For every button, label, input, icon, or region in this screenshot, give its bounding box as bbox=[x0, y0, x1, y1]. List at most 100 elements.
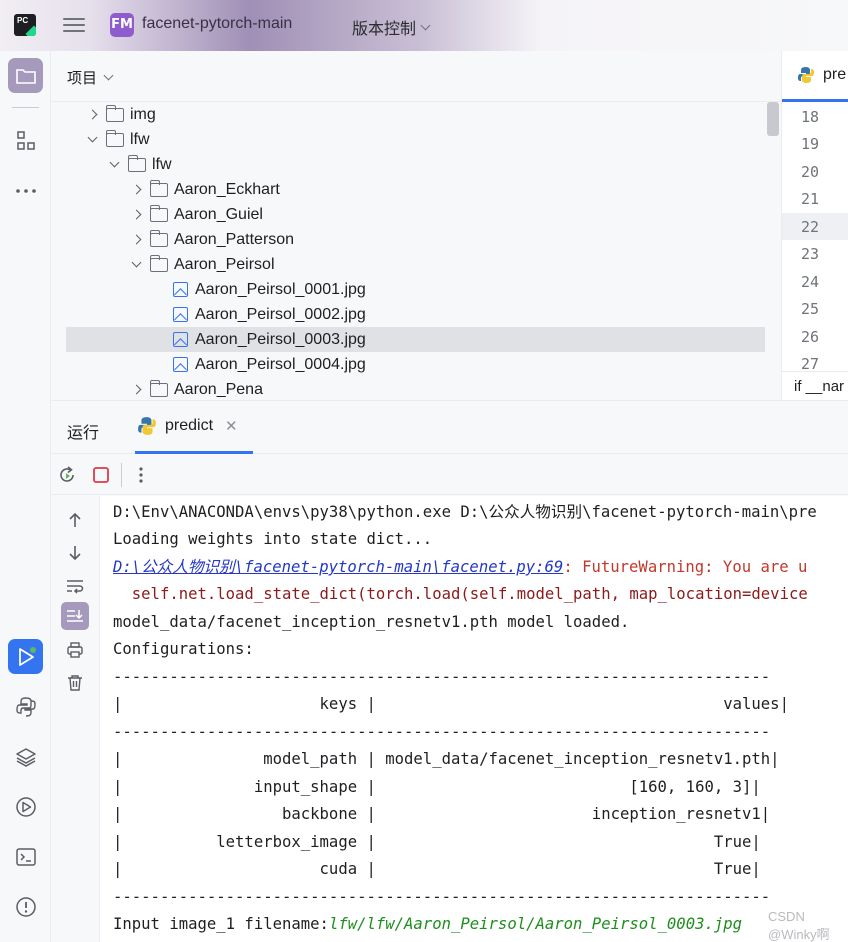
project-name[interactable]: facenet-pytorch-main bbox=[142, 15, 292, 33]
tree-item-img[interactable]: img bbox=[84, 102, 156, 127]
project-panel-header: 项目 bbox=[51, 51, 781, 102]
line-number: 25 bbox=[801, 300, 820, 318]
pycharm-logo-icon[interactable]: PC bbox=[14, 14, 36, 36]
line-number: 19 bbox=[801, 135, 820, 153]
folder-icon bbox=[105, 104, 124, 122]
config-table-row: | input_shape | [160, 160, 3]| bbox=[113, 778, 761, 796]
console-line: Configurations: bbox=[113, 640, 254, 658]
layers-icon[interactable] bbox=[8, 739, 43, 774]
project-badge[interactable]: FM bbox=[110, 13, 134, 37]
line-number: 26 bbox=[801, 328, 820, 346]
line-number: 23 bbox=[801, 245, 820, 263]
console-input-line: Input image_1 filename:lfw/lfw/Aaron_Pei… bbox=[113, 914, 742, 934]
chevron-right-icon[interactable] bbox=[84, 107, 100, 123]
chevron-down-icon[interactable] bbox=[84, 132, 100, 148]
main-menu-icon[interactable] bbox=[63, 15, 85, 35]
tree-item-label: Aaron_Guiel bbox=[174, 205, 263, 223]
tree-item-label: lfw bbox=[152, 155, 172, 173]
folder-icon bbox=[127, 154, 146, 172]
project-folder-icon[interactable] bbox=[8, 58, 43, 93]
tree-item-file-selected[interactable]: Aaron_Peirsol_0003.jpg bbox=[66, 327, 765, 352]
folder-icon bbox=[149, 379, 168, 397]
chevron-down-icon[interactable] bbox=[106, 157, 122, 173]
project-panel-title: 项目 bbox=[67, 70, 98, 87]
arrow-up-icon[interactable] bbox=[65, 510, 85, 530]
watermark: CSDN @Winky啊 bbox=[768, 909, 830, 942]
line-number: 21 bbox=[801, 190, 820, 208]
tree-item-aaron-peirsol[interactable]: Aaron_Peirsol bbox=[128, 252, 275, 277]
config-table-row: | cuda | True| bbox=[113, 860, 761, 878]
python-console-icon[interactable] bbox=[8, 689, 43, 724]
chevron-right-icon[interactable] bbox=[128, 382, 144, 398]
console-output[interactable]: D:\Env\ANACONDA\envs\py38\python.exe D:\… bbox=[100, 496, 848, 942]
tree-item-aaron-patterson[interactable]: Aaron_Patterson bbox=[128, 227, 294, 252]
folder-icon bbox=[149, 229, 168, 247]
tree-item-file[interactable]: Aaron_Peirsol_0001.jpg bbox=[173, 277, 366, 302]
chevron-right-icon[interactable] bbox=[128, 182, 144, 198]
console-separator: ----------------------------------------… bbox=[113, 723, 771, 741]
run-tab-predict[interactable]: predict ✕ bbox=[135, 401, 253, 454]
image-file-icon bbox=[173, 357, 188, 372]
tree-item-label: Aaron_Peirsol_0002.jpg bbox=[195, 305, 366, 323]
chevron-right-icon[interactable] bbox=[128, 232, 144, 248]
input-prompt: Input image_1 filename: bbox=[113, 915, 329, 933]
run-panel-title: 运行 bbox=[67, 425, 100, 442]
project-view-selector[interactable]: 项目 bbox=[67, 67, 114, 88]
tree-item-label: Aaron_Peirsol_0001.jpg bbox=[195, 280, 366, 298]
soft-wrap-icon[interactable] bbox=[65, 576, 85, 596]
strip-divider bbox=[12, 107, 39, 108]
tree-scrollbar[interactable] bbox=[767, 102, 779, 136]
tree-item-label: Aaron_Eckhart bbox=[174, 180, 280, 198]
more-vertical-icon[interactable] bbox=[131, 465, 151, 485]
tree-item-label: lfw bbox=[130, 130, 150, 148]
config-table-row: | model_path | model_data/facenet_incept… bbox=[113, 750, 780, 768]
close-icon[interactable]: ✕ bbox=[225, 417, 238, 435]
terminal-icon[interactable] bbox=[8, 839, 43, 874]
console-separator: ----------------------------------------… bbox=[113, 888, 771, 906]
toolbar-divider bbox=[121, 463, 122, 487]
console-line-warning: self.net.load_state_dict(torch.load(self… bbox=[113, 585, 808, 603]
editor-breadcrumb[interactable]: if __nar bbox=[782, 371, 848, 400]
tree-item-lfw-inner[interactable]: lfw bbox=[106, 152, 172, 177]
warning-text: : FutureWarning: You are u bbox=[563, 558, 808, 576]
tree-item-aaron-guiel[interactable]: Aaron_Guiel bbox=[128, 202, 263, 227]
problems-icon[interactable] bbox=[8, 889, 43, 924]
trash-icon[interactable] bbox=[65, 673, 85, 693]
tree-item-label: Aaron_Peirsol_0003.jpg bbox=[195, 330, 366, 348]
editor-tab-label: pre bbox=[823, 66, 847, 83]
tree-item-file[interactable]: Aaron_Peirsol_0004.jpg bbox=[173, 352, 366, 377]
tree-item-file[interactable]: Aaron_Peirsol_0002.jpg bbox=[173, 302, 366, 327]
run-toolbar bbox=[51, 455, 848, 495]
run-icon[interactable] bbox=[8, 639, 43, 674]
tree-item-label: Aaron_Peirsol_0004.jpg bbox=[195, 355, 366, 373]
config-table-header: | keys | values| bbox=[113, 695, 789, 713]
services-icon[interactable] bbox=[8, 789, 43, 824]
chevron-right-icon[interactable] bbox=[128, 207, 144, 223]
left-tool-strip bbox=[0, 51, 51, 942]
chevron-down-icon bbox=[420, 20, 431, 30]
chevron-down-icon[interactable] bbox=[128, 257, 144, 273]
arrow-down-icon[interactable] bbox=[65, 543, 85, 563]
vcs-menu[interactable]: 版本控制 bbox=[352, 15, 431, 39]
print-icon[interactable] bbox=[65, 640, 85, 660]
tree-item-aaron-pena[interactable]: Aaron_Pena bbox=[128, 377, 263, 400]
chevron-down-icon bbox=[103, 70, 114, 81]
line-number: 18 bbox=[801, 108, 820, 126]
config-table-row: | backbone | inception_resnetv1| bbox=[113, 805, 771, 823]
tree-item-aaron-eckhart[interactable]: Aaron_Eckhart bbox=[128, 177, 280, 202]
scroll-to-end-icon[interactable] bbox=[61, 602, 89, 630]
image-file-icon bbox=[173, 282, 188, 297]
source-file-link[interactable]: D:\公众人物识别\facenet-pytorch-main\facenet.p… bbox=[113, 558, 563, 576]
stop-icon[interactable] bbox=[91, 465, 111, 485]
line-number: 22 bbox=[801, 218, 820, 236]
editor-tab[interactable]: pre bbox=[782, 51, 848, 102]
title-bar: PC FM facenet-pytorch-main 版本控制 bbox=[0, 0, 848, 51]
tree-item-lfw[interactable]: lfw bbox=[84, 127, 150, 152]
console-line-warning: D:\公众人物识别\facenet-pytorch-main\facenet.p… bbox=[113, 557, 807, 577]
run-panel-header: 运行 predict ✕ bbox=[51, 400, 848, 454]
rerun-icon[interactable] bbox=[57, 465, 77, 485]
more-icon[interactable] bbox=[8, 173, 43, 208]
console-line: D:\Env\ANACONDA\envs\py38\python.exe D:\… bbox=[113, 503, 817, 521]
run-tab-label: predict bbox=[165, 417, 214, 434]
structure-icon[interactable] bbox=[8, 123, 43, 158]
